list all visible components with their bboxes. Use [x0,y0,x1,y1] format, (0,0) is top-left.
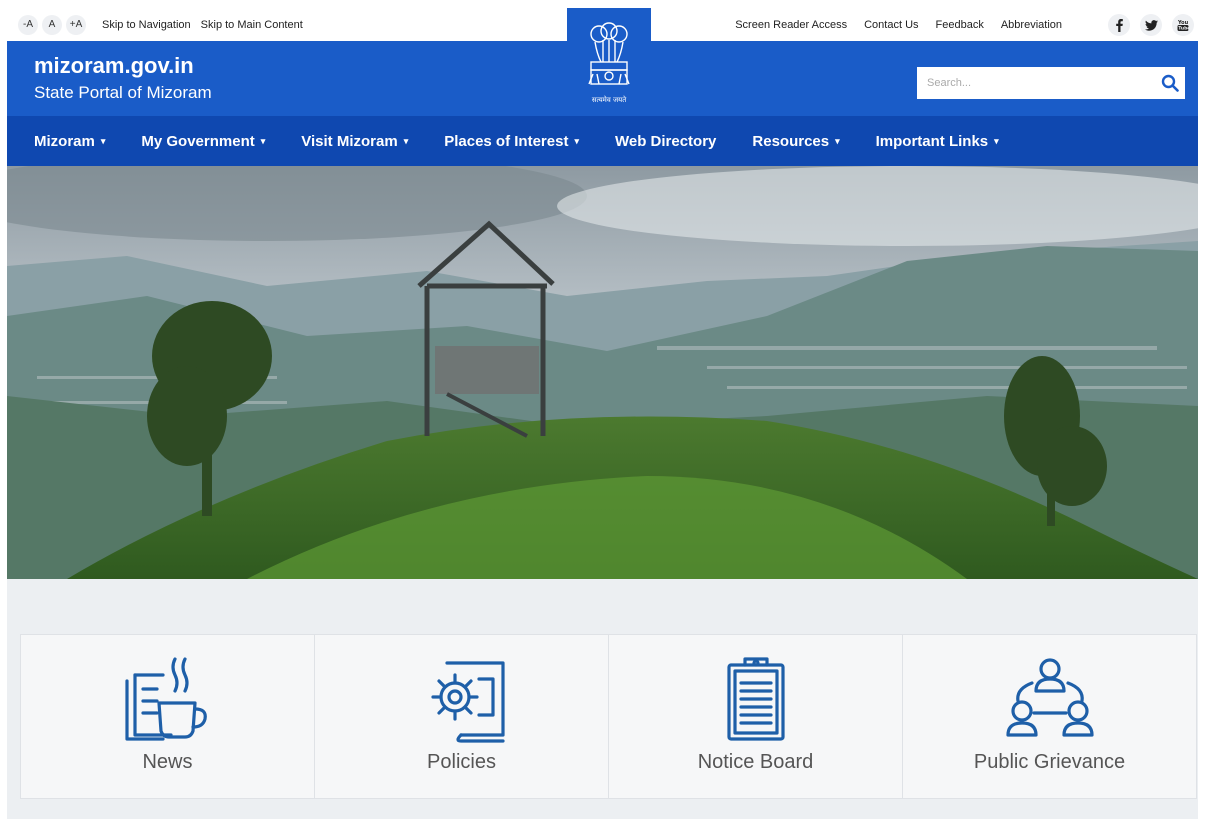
service-card-news[interactable]: News [20,634,315,799]
emblem-motto: सत्यमेव जयते [591,95,627,104]
increase-font-button[interactable]: +A [66,14,86,35]
site-subtitle: State Portal of Mizoram [34,83,212,102]
service-card-notice-board[interactable]: Notice Board [609,634,903,799]
clipboard-icon [726,657,785,741]
national-emblem[interactable]: सत्यमेव जयते [567,8,651,116]
nav-label: My Government [141,132,255,150]
caret-down-icon: ▾ [835,135,840,146]
service-label-public-grievance: Public Grievance [973,751,1126,773]
svg-text:Tube: Tube [1178,26,1189,32]
twitter-icon[interactable] [1140,14,1162,36]
search-box [917,67,1185,99]
screen-reader-access-link[interactable]: Screen Reader Access [735,19,847,31]
nav-item-places-of-interest[interactable]: Places of Interest ▾ [444,133,579,150]
caret-down-icon: ▾ [100,135,106,146]
nav-item-important-links[interactable]: Important Links ▾ [876,133,999,150]
news-coffee-icon [124,657,207,741]
skip-to-navigation-link[interactable]: Skip to Navigation [102,19,191,31]
search-button[interactable] [1155,67,1185,99]
contact-us-link[interactable]: Contact Us [864,19,918,31]
national-emblem-icon [588,21,630,85]
service-cards: News Policies Notice Board Public Grieva… [20,634,1197,799]
service-label-policies: Policies [427,751,496,773]
people-network-icon [1005,658,1094,737]
nav-label: Important Links [875,132,989,150]
service-card-policies[interactable]: Policies [315,634,609,799]
nav-label: Places of Interest [444,132,569,150]
nav-item-my-government[interactable]: My Government ▾ [141,133,265,150]
nav-item-visit-mizoram[interactable]: Visit Mizoram ▾ [301,133,408,150]
font-size-controls: -A A +A [18,14,86,35]
caret-down-icon: ▾ [403,135,409,146]
hero-banner-image [7,166,1198,579]
abbreviation-link[interactable]: Abbreviation [1001,19,1062,31]
nav-item-web-directory[interactable]: Web Directory [615,133,716,150]
nav-label: Resources [752,132,830,150]
service-label-notice-board: Notice Board [697,751,814,773]
search-icon [1161,74,1179,92]
nav-item-mizoram[interactable]: Mizoram ▾ [34,133,105,150]
caret-down-icon: ▾ [574,135,579,146]
nav-label: Visit Mizoram [301,132,398,150]
youtube-icon[interactable]: You Tube [1172,14,1194,36]
skip-to-main-content-link[interactable]: Skip to Main Content [201,19,303,31]
feedback-link[interactable]: Feedback [936,19,984,31]
normal-font-button[interactable]: A [42,14,62,35]
facebook-icon[interactable] [1108,14,1130,36]
nav-label: Mizoram [34,132,95,150]
caret-down-icon: ▾ [994,135,999,146]
main-navigation: Mizoram ▾ My Government ▾ Visit Mizoram ▾ P… [7,116,1198,166]
search-input[interactable] [917,67,1155,99]
nav-label: Web Directory [614,132,717,150]
social-links: You Tube [1108,14,1194,36]
decrease-font-button[interactable]: -A [18,14,38,35]
service-card-public-grievance[interactable]: Public Grievance [903,634,1197,799]
site-name[interactable]: mizoram.gov.in [34,53,194,79]
nav-item-resources[interactable]: Resources ▾ [752,133,839,150]
policies-gear-book-icon [430,661,505,743]
caret-down-icon: ▾ [260,135,266,146]
top-links: Screen Reader Access Contact Us Feedback… [735,8,1062,41]
service-label-news: News [142,751,193,773]
